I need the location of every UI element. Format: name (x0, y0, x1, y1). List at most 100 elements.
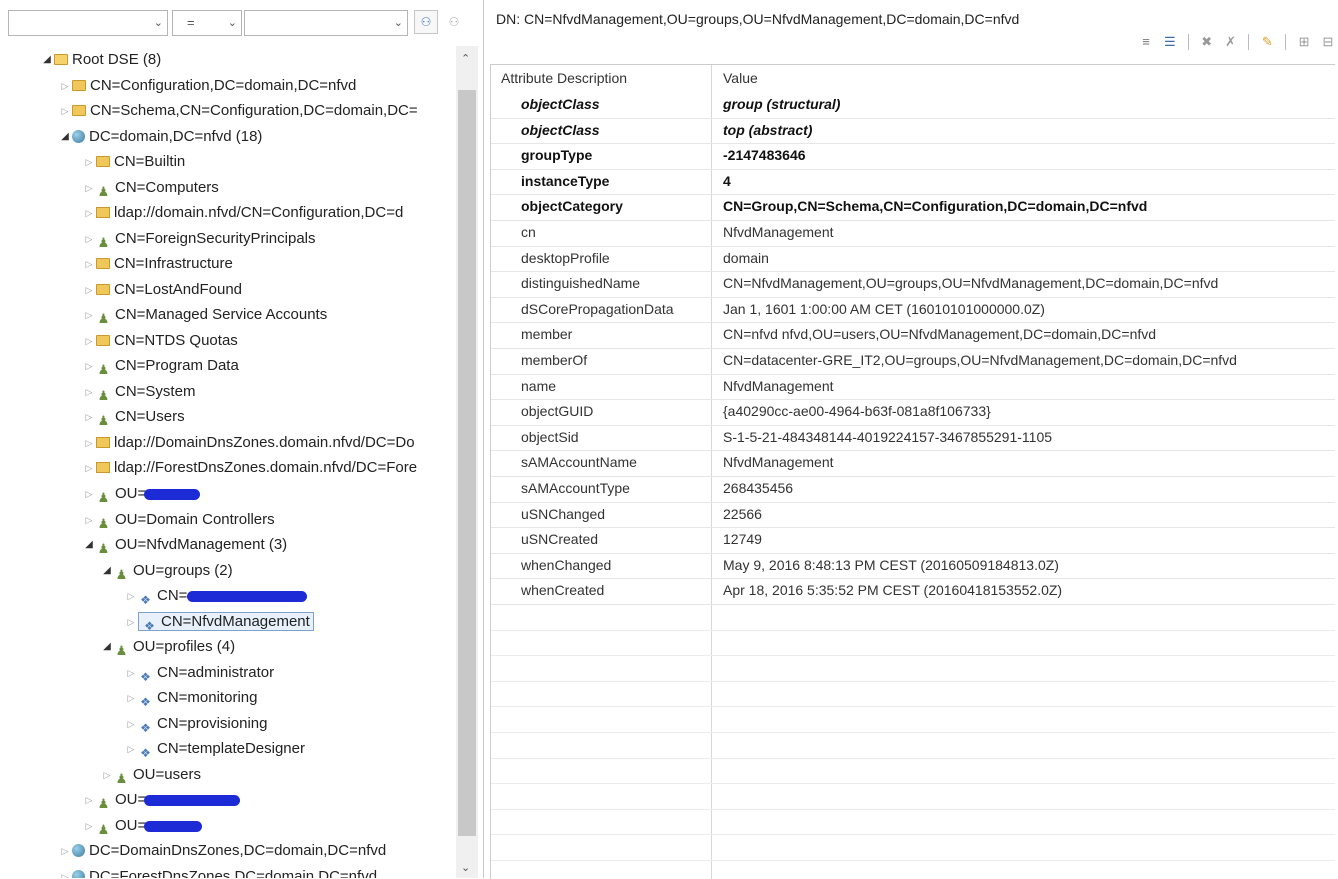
collapsed-icon: ▷ (85, 234, 93, 245)
folder-icon (96, 283, 110, 295)
attribute-row[interactable]: uSNChanged 22566 (491, 502, 1335, 529)
attribute-row[interactable]: objectSid S-1-5-21-484348144-4019224157-3… (491, 425, 1335, 452)
attribute-row[interactable]: whenCreated Apr 18, 2016 5:35:52 PM CEST … (491, 578, 1335, 605)
ldap-browser-panel: ⌄ = ⌄ ⌄ ⚇ ⚇ ◢ Root DSE (8) ▷ CN=Configurat… (0, 0, 484, 878)
attribute-row[interactable]: name NfvdManagement (491, 374, 1335, 401)
expand-all-button[interactable]: ⊞ (1296, 34, 1312, 50)
tree-item-configuration[interactable]: ▷ CN=Configuration,DC=domain,DC=nfvd (58, 74, 357, 98)
empty-row (491, 809, 1335, 836)
tree-item-ldap-domaindnszones[interactable]: ▷ ldap://DomainDnsZones.domain.nfvd/DC=Do (82, 431, 415, 455)
tree-item-computers[interactable]: ▷ ♟ CN=Computers (82, 176, 219, 200)
tree-item-nfvd-management[interactable]: ◢ ♟ OU=NfvdManagement (3) (82, 533, 287, 557)
empty-row (491, 834, 1335, 861)
tree-item-program-data[interactable]: ▷ ♟ CN=Program Data (82, 354, 239, 378)
attribute-row[interactable]: distinguishedName CN=NfvdManagement,OU=gr… (491, 271, 1335, 298)
redaction-mark (144, 488, 201, 500)
filter-operator-combo[interactable]: = ⌄ (172, 10, 242, 36)
attribute-row[interactable]: memberOf CN=datacenter-GRE_IT2,OU=groups,… (491, 348, 1335, 375)
attribute-row[interactable]: whenChanged May 9, 2016 8:48:13 PM CEST (… (491, 553, 1335, 580)
attribute-row[interactable]: sAMAccountName NfvdManagement (491, 450, 1335, 477)
tree-item-schema[interactable]: ▷ CN=Schema,CN=Configuration,DC=domain,DC… (58, 99, 418, 123)
tree-item-domain-controllers[interactable]: ▷ ♟ OU=Domain Controllers (82, 508, 275, 532)
tree-item-users[interactable]: ▷ ♟ CN=Users (82, 405, 185, 429)
tree-item-ntds-quotas[interactable]: ▷ CN=NTDS Quotas (82, 329, 238, 353)
tree-item-domaindnszones[interactable]: ▷ DC=DomainDnsZones,DC=domain,DC=nfvd (58, 839, 387, 863)
tree-item-root-dse[interactable]: ◢ Root DSE (8) (40, 48, 161, 72)
collapse-all-button[interactable]: ⊟ (1320, 34, 1336, 50)
tree-item-ou-redacted-2[interactable]: ▷ ♟ OU= (82, 788, 241, 812)
filter-attribute-combo[interactable]: ⌄ (8, 10, 168, 36)
tree-item-ldap-forestdnszones[interactable]: ▷ ldap://ForestDnsZones.domain.nfvd/DC=Fo… (82, 456, 418, 480)
tree-scrollbar[interactable]: ⌃ ⌄ (456, 46, 478, 878)
tree-item-infrastructure[interactable]: ▷ CN=Infrastructure (82, 252, 233, 276)
clear-filter-button[interactable]: ⚇ (442, 10, 466, 34)
collapsed-icon: ▷ (85, 310, 93, 321)
scroll-down-icon[interactable]: ⌄ (461, 861, 470, 874)
attribute-row[interactable]: objectClass group (structural) (491, 92, 1335, 119)
attribute-row[interactable]: sAMAccountType 268435456 (491, 476, 1335, 503)
collapsed-icon: ▷ (85, 795, 93, 806)
tree-item-ldap-configuration[interactable]: ▷ ldap://domain.nfvd/CN=Configuration,DC=… (82, 201, 404, 225)
collapsed-icon: ▷ (127, 617, 135, 628)
tree-item-groups[interactable]: ◢ ♟ OU=groups (2) (100, 559, 232, 583)
show-decorated-values-button[interactable]: ≡ (1138, 34, 1154, 50)
attribute-row[interactable]: desktopProfile domain (491, 246, 1335, 273)
apply-filter-button[interactable]: ⚇ (414, 10, 438, 34)
tree-item-users-ou[interactable]: ▷ ♟ OU=users (100, 763, 201, 787)
empty-row (491, 604, 1335, 631)
tree-item-provisioning[interactable]: ▷ ❖ CN=provisioning (124, 712, 268, 736)
delete-value-button[interactable]: ✖ (1199, 34, 1215, 50)
referral-folder-icon (96, 461, 110, 473)
collapsed-icon: ▷ (85, 208, 93, 219)
attribute-row[interactable]: objectCategory CN=Group,CN=Schema,CN=Conf… (491, 194, 1335, 221)
tree-item-managed-service-accounts[interactable]: ▷ ♟ CN=Managed Service Accounts (82, 303, 328, 327)
selected-tree-item: ❖ CN=NfvdManagement (138, 612, 314, 633)
tree-item-group-nfvdmanagement[interactable]: ▷ ❖ CN=NfvdManagement (124, 610, 314, 634)
folder-icon (96, 155, 110, 167)
edit-value-button[interactable]: ✎ (1259, 34, 1275, 50)
empty-row (491, 630, 1335, 657)
collapsed-icon: ▷ (85, 438, 93, 449)
tree-item-profiles[interactable]: ◢ ♟ OU=profiles (4) (100, 635, 235, 659)
attribute-row[interactable]: instanceType 4 (491, 169, 1335, 196)
attribute-row[interactable]: groupType -2147483646 (491, 143, 1335, 170)
collapsed-icon: ▷ (127, 744, 135, 755)
tree-item-domain[interactable]: ◢ DC=domain,DC=nfvd (18) (58, 125, 262, 149)
empty-row (491, 681, 1335, 708)
tree-item-foreign-security-principals[interactable]: ▷ ♟ CN=ForeignSecurityPrincipals (82, 227, 316, 251)
attribute-row[interactable]: cn NfvdManagement (491, 220, 1335, 247)
entry-editor-panel: DN: CN=NfvdManagement,OU=groups,OU=NfvdM… (486, 0, 1338, 879)
tree-item-monitoring[interactable]: ▷ ❖ CN=monitoring (124, 686, 258, 710)
tree-item-system[interactable]: ▷ ♟ CN=System (82, 380, 196, 404)
tree-item-lost-and-found[interactable]: ▷ CN=LostAndFound (82, 278, 242, 302)
delete-icon: ✖ (1201, 34, 1213, 49)
attribute-row[interactable]: dSCorePropagationData Jan 1, 1601 1:00:00… (491, 297, 1335, 324)
empty-row (491, 732, 1335, 759)
sort-button[interactable]: ☰ (1162, 34, 1178, 50)
attribute-row[interactable]: objectGUID {a40290cc-ae00-4964-b63f-081a8… (491, 399, 1335, 426)
attribute-row[interactable]: objectClass top (abstract) (491, 118, 1335, 145)
delete-all-button[interactable]: ✗ (1223, 34, 1239, 50)
group-icon: ❖ (140, 670, 151, 685)
people-icon: ♟ (97, 184, 110, 200)
tree-item-forestdnszones[interactable]: ▷ DC=ForestDnsZones,DC=domain,DC=nfvd (58, 865, 377, 878)
filter-value-combo[interactable]: ⌄ (244, 10, 408, 36)
tree-item-builtin[interactable]: ▷ CN=Builtin (82, 150, 186, 174)
expand-all-icon: ⊞ (1298, 34, 1310, 49)
collapsed-icon: ▷ (85, 361, 93, 372)
tree-item-template-designer[interactable]: ▷ ❖ CN=templateDesigner (124, 737, 305, 761)
tree-item-administrator[interactable]: ▷ ❖ CN=administrator (124, 661, 275, 685)
empty-row (491, 758, 1335, 785)
column-header-attribute[interactable]: Attribute Description (501, 65, 627, 92)
scroll-up-icon[interactable]: ⌃ (461, 52, 470, 65)
collapsed-icon: ▷ (85, 821, 93, 832)
tree-item-group-redacted[interactable]: ▷ ❖ CN= (124, 584, 308, 608)
tree-item-ou-redacted-3[interactable]: ▷ ♟ OU= (82, 814, 203, 838)
scrollbar-thumb[interactable] (458, 90, 476, 836)
people-icon: ♟ (115, 567, 128, 583)
attribute-row[interactable]: uSNCreated 12749 (491, 527, 1335, 554)
attribute-row[interactable]: member CN=nfvd nfvd,OU=users,OU=NfvdManag… (491, 322, 1335, 349)
expanded-icon: ◢ (43, 54, 51, 66)
tree-item-ou-redacted-1[interactable]: ▷ ♟ OU= (82, 482, 201, 506)
column-header-value[interactable]: Value (723, 65, 758, 92)
